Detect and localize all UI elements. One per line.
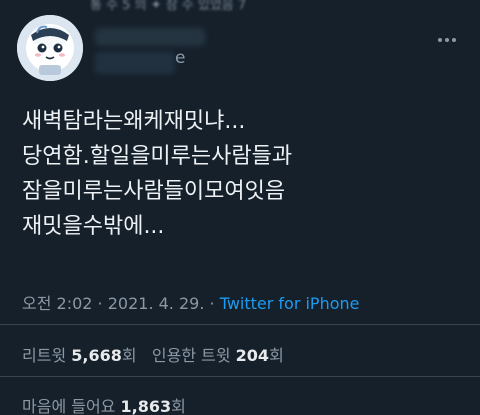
dot <box>445 38 449 42</box>
tweet-metadata: 오전 2:02 · 2021. 4. 29. · Twitter for iPh… <box>22 290 360 314</box>
author-name-block[interactable] <box>95 20 215 74</box>
tweet-line: 당연함.할일을미루는사람들과 <box>22 144 293 169</box>
dot <box>452 38 456 42</box>
divider <box>0 324 480 325</box>
tweet-text: 새벽탐라는왜케재밋냐... 당연함.할일을미루는사람들과 잠을미루는사람들이모여… <box>22 104 462 244</box>
author-handle-tail: e <box>175 48 186 68</box>
retweets-unit: 회 <box>121 346 137 365</box>
tweet-date: 2021. 4. 29. <box>107 294 205 313</box>
separator: · <box>92 294 108 313</box>
likes-stats-row: 마음에 들어요 1,863회 <box>22 393 186 415</box>
separator: · <box>204 294 220 313</box>
tweet-time: 오전 2:02 <box>22 294 93 313</box>
avatar[interactable] <box>17 15 83 81</box>
dot <box>438 38 442 42</box>
quotes-label: 인용한 트윗 <box>151 346 231 365</box>
likes-unit: 회 <box>171 397 186 415</box>
tweet-line: 잠을미루는사람들이모여잇음 <box>22 179 286 204</box>
retweet-stats-row: 리트윗 5,668회 인용한 트윗 204회 <box>22 342 284 366</box>
quotes-count[interactable]: 204 <box>236 346 269 365</box>
likes-label: 마음에 들어요 <box>22 397 116 415</box>
blurred-previous-text: 통 수 5 의 ✦ 잠 수 있었음 7 <box>90 0 247 13</box>
retweets-label: 리트윗 <box>22 346 67 365</box>
tweet-line: 재밋을수밖에... <box>22 214 165 239</box>
avatar-image <box>17 15 83 81</box>
retweets-count[interactable]: 5,668 <box>71 346 122 365</box>
author-handle-redacted <box>95 52 175 74</box>
source-link[interactable]: Twitter for iPhone <box>220 294 360 313</box>
author-display-name-redacted <box>95 28 205 46</box>
quotes-unit: 회 <box>269 346 284 365</box>
divider <box>0 376 480 377</box>
more-dots-icon[interactable] <box>432 32 462 48</box>
tweet-detail: 통 수 5 의 ✦ 잠 수 있었음 7 e 새벽탐라는왜케재밋냐... 당연함.… <box>0 0 480 415</box>
previous-tweet-fragment: 통 수 5 의 ✦ 잠 수 있었음 7 <box>0 0 480 14</box>
tweet-line: 새벽탐라는왜케재밋냐... <box>22 109 246 134</box>
likes-count[interactable]: 1,863 <box>121 397 172 415</box>
